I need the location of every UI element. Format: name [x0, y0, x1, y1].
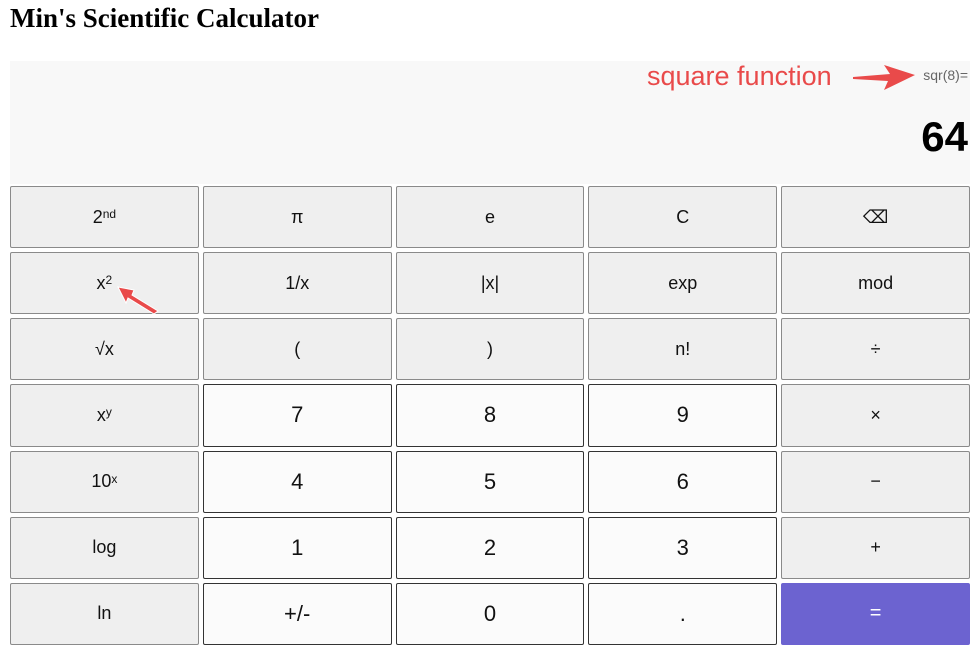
key-label: √x	[94, 338, 114, 359]
key-label: mod	[858, 272, 894, 293]
key-label: 9	[676, 402, 689, 428]
clear-button[interactable]: C	[588, 186, 778, 249]
key-label: −	[870, 471, 881, 492]
key-label: 1/x	[285, 272, 310, 293]
factorial-button[interactable]: n!	[588, 318, 778, 381]
key-label: +/-	[284, 600, 311, 626]
digit-7-button[interactable]: 7	[202, 384, 392, 447]
equals-button[interactable]: =	[781, 582, 970, 645]
expression-text: sqr(8)=	[923, 67, 968, 83]
key-label: 8	[483, 402, 497, 428]
key-superscript: y	[105, 405, 112, 420]
key-label: ÷	[870, 338, 881, 359]
key-label: ⌫	[862, 206, 889, 227]
key-label: 3	[676, 534, 689, 560]
key-label: 4	[291, 468, 304, 494]
backspace-button[interactable]: ⌫	[781, 186, 970, 249]
digit-1-button[interactable]: 1	[202, 516, 392, 579]
key-label: x	[96, 404, 106, 425]
exp-button[interactable]: exp	[588, 252, 778, 315]
result-text: 64	[921, 113, 968, 160]
divide-button[interactable]: ÷	[781, 318, 970, 381]
key-label: .	[679, 600, 686, 626]
decimal-button[interactable]: .	[588, 582, 778, 645]
close-paren-button[interactable]: )	[395, 318, 585, 381]
euler-button[interactable]: e	[395, 186, 585, 249]
digit-8-button[interactable]: 8	[395, 384, 585, 447]
second-function-button[interactable]: 2nd	[10, 186, 199, 249]
reciprocal-button[interactable]: 1/x	[202, 252, 392, 315]
subtract-button[interactable]: −	[781, 450, 970, 513]
key-superscript: nd	[102, 207, 117, 222]
open-paren-button[interactable]: (	[202, 318, 392, 381]
keypad: 2nd π e C ⌫ x 2 1/x |x| exp mod √x() n! ÷ x y 7 8 9 × 10 x 4 5 6…	[10, 186, 970, 645]
key-label: n!	[675, 338, 691, 359]
annotation-label: square function	[647, 61, 832, 91]
ten-power-button[interactable]: 10 x	[10, 450, 199, 513]
key-label: exp	[668, 272, 698, 293]
digit-0-button[interactable]: 0	[395, 582, 585, 645]
key-label: 7	[291, 402, 304, 428]
key-label: 1	[291, 534, 304, 560]
sqrt-button[interactable]: √x	[10, 318, 199, 381]
digit-9-button[interactable]: 9	[588, 384, 778, 447]
add-button[interactable]: +	[781, 516, 970, 579]
digit-2-button[interactable]: 2	[395, 516, 585, 579]
key-label: 6	[676, 468, 689, 494]
key-label: 10	[91, 471, 112, 492]
power-button[interactable]: xy	[10, 384, 199, 447]
key-label: +	[870, 537, 881, 558]
pi-button[interactable]: π	[202, 186, 392, 249]
key-label: )	[486, 338, 493, 359]
digit-6-button[interactable]: 6	[588, 450, 778, 513]
page-title: Min's Scientific Calculator	[10, 3, 319, 33]
key-label: 2	[483, 534, 497, 560]
key-label: ln	[97, 603, 112, 624]
key-label: 5	[483, 468, 497, 494]
key-label: x	[96, 272, 106, 293]
key-superscript: 2	[105, 273, 113, 288]
mod-button[interactable]: mod	[781, 252, 970, 315]
key-superscript: x	[111, 471, 118, 486]
absolute-button[interactable]: |x|	[395, 252, 585, 315]
calculator-display: square function sqr(8)= 64	[10, 61, 970, 184]
key-label: log	[92, 537, 117, 558]
key-label: (	[294, 338, 301, 359]
log-button[interactable]: log	[10, 516, 199, 579]
negate-button[interactable]: +/-	[202, 582, 392, 645]
key-label: C	[676, 206, 690, 227]
digit-4-button[interactable]: 4	[202, 450, 392, 513]
digit-3-button[interactable]: 3	[588, 516, 778, 579]
key-label: ×	[870, 404, 881, 425]
key-label: e	[484, 206, 495, 227]
key-label: |x|	[480, 272, 500, 293]
square-button[interactable]: x2	[10, 252, 199, 315]
key-label: 2	[92, 206, 103, 227]
multiply-button[interactable]: ×	[781, 384, 970, 447]
key-label: =	[869, 602, 882, 625]
ln-button[interactable]: ln	[10, 582, 199, 645]
key-label: 0	[483, 600, 497, 626]
digit-5-button[interactable]: 5	[395, 450, 585, 513]
key-label: π	[290, 206, 304, 227]
